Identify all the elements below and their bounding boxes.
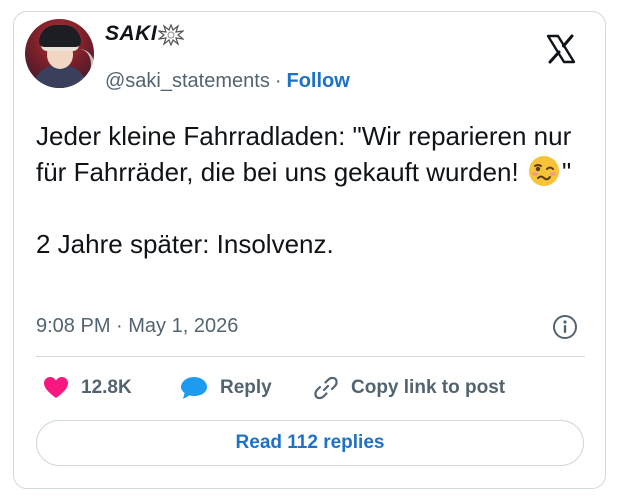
separator-dot: · [274,70,282,92]
speech-bubble-icon [181,377,207,399]
avatar-figure-hat [39,25,81,47]
divider [36,356,585,357]
timestamp[interactable]: 9:08 PM · May 1, 2026 [36,315,238,338]
reply-button[interactable]: Reply [180,376,272,400]
info-icon[interactable] [552,314,578,340]
like-count: 12.8K [81,377,132,398]
copy-link-label: Copy link to post [351,377,506,398]
x-logo-icon[interactable] [545,33,577,65]
author-name[interactable]: SAKI [105,22,157,46]
tweet-text-part1: Jeder kleine Fahrradladen: "Wir reparier… [36,121,579,187]
author-handle-row: @saki_statements · Follow [105,70,350,93]
follow-button[interactable]: Follow [287,70,350,92]
woozy-face-emoji-icon [528,156,559,186]
reply-label: Reply [220,377,272,398]
read-replies-label: Read 112 replies [235,432,385,453]
avatar[interactable] [25,19,94,88]
copy-link-button[interactable]: Copy link to post [313,376,505,400]
spiky-badge-icon [158,24,184,46]
link-icon [314,376,338,400]
like-button[interactable]: 12.8K [43,376,132,400]
heart-icon [44,377,68,398]
tweet-text: Jeder kleine Fahrradladen: "Wir reparier… [36,118,576,262]
read-replies-button[interactable]: Read 112 replies [36,420,584,466]
author-handle[interactable]: @saki_statements [105,70,270,92]
